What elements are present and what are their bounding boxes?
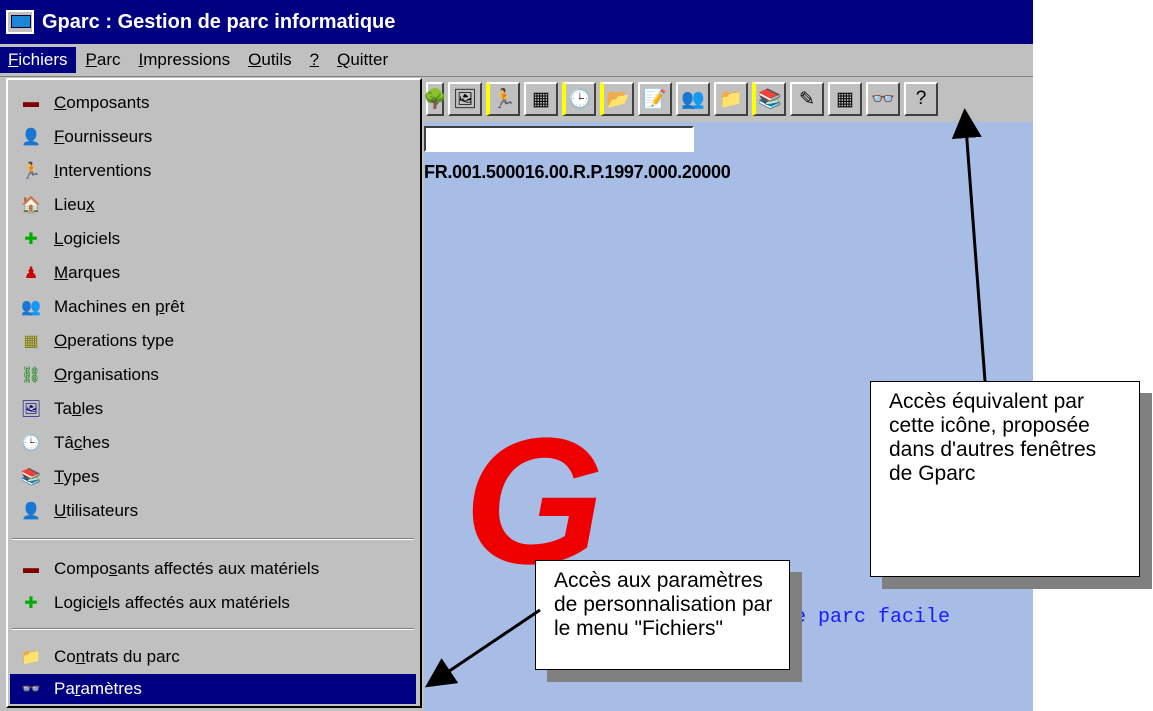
- folder-open-icon[interactable]: 📂: [600, 82, 634, 116]
- grid-icon[interactable]: ▦: [828, 82, 862, 116]
- folder-icon[interactable]: 📁: [714, 82, 748, 116]
- menu-item-label: Machines en prêt: [54, 297, 185, 316]
- software-icon: ✚: [24, 595, 38, 612]
- window-title: Gparc : Gestion de parc informatique: [42, 10, 396, 33]
- menu-quitter[interactable]: Quitter: [329, 47, 396, 73]
- table-card-icon[interactable]: 🖼: [448, 82, 482, 116]
- tables-icon: 🖼: [20, 401, 42, 418]
- pen-icon[interactable]: ✎: [790, 82, 824, 116]
- menu-item-label: Logiciels affectés aux matériels: [54, 593, 290, 612]
- menu-help[interactable]: ?: [302, 47, 327, 73]
- types-icon: 📚: [21, 469, 41, 486]
- components-icon: ▬: [23, 94, 39, 111]
- menu-item-logiciels[interactable]: ✚ Logiciels: [10, 224, 416, 254]
- menu-bar: Fichiers Parc Impressions Outils? Quitter: [0, 44, 1033, 77]
- menu-item-lieux[interactable]: 🏠 Lieux: [10, 190, 416, 220]
- menu-item-fournisseurs[interactable]: 👤 Fournisseurs: [10, 122, 416, 152]
- menu-item-label: Utilisateurs: [54, 501, 139, 520]
- menu-item-label: Paramètres: [54, 679, 142, 698]
- search-input[interactable]: [424, 126, 694, 152]
- menu-item-label: Marques: [54, 263, 121, 282]
- menu-parc[interactable]: Parc: [78, 47, 129, 73]
- menu-item-label: Interventions: [54, 161, 152, 180]
- menu-item-composants-affectés-aux-matériels[interactable]: ▬ Composants affectés aux matériels: [10, 554, 416, 584]
- loan-machines-icon[interactable]: 👥: [676, 82, 710, 116]
- interventions-icon[interactable]: 🏃: [486, 82, 520, 116]
- serial-number: FR.001.500016.00.R.P.1997.000.20000: [424, 162, 731, 182]
- menu-item-machines-en-prêt[interactable]: 👥 Machines en prêt: [10, 292, 416, 322]
- help-icon[interactable]: ?: [904, 82, 938, 116]
- clock-icon[interactable]: 🕒: [562, 82, 596, 116]
- menu-item-label: Composants: [54, 93, 150, 112]
- menu-item-label: Contrats du parc: [54, 647, 180, 666]
- menu-item-label: Organisations: [54, 365, 159, 384]
- menu-item-utilisateurs[interactable]: 👤 Utilisateurs: [10, 496, 416, 526]
- fichiers-dropdown-menu: ▬ Composants 👤 Fournisseurs 🏃 Interventions 🏠 L…: [6, 78, 422, 708]
- menu-item-organisations[interactable]: ⛓ Organisations: [10, 360, 416, 390]
- menu-item-contrats-du-parc[interactable]: 📁 Contrats du parc: [10, 642, 416, 672]
- column-tool-icon[interactable]: 🌳: [423, 82, 447, 116]
- brands-icon: ♟: [23, 265, 39, 282]
- callout-menu: Accès aux paramètres de personnalisation…: [535, 560, 790, 670]
- menu-item-tables[interactable]: 🖼 Tables: [10, 394, 416, 424]
- menu-item-label: Logiciels: [54, 229, 121, 248]
- loan-machines-icon: 👥: [21, 299, 41, 316]
- folder-icon: 📁: [21, 649, 41, 666]
- edit-document-icon[interactable]: 📝: [638, 82, 672, 116]
- menu-item-paramètres[interactable]: 👓 Paramètres: [10, 674, 416, 704]
- menu-item-tâches[interactable]: 🕒 Tâches: [10, 428, 416, 458]
- menu-item-logiciels-affectés-aux-matériels[interactable]: ✚ Logiciels affectés aux matériels: [10, 588, 416, 618]
- menu-item-operations-type[interactable]: ▦ Operations type: [10, 326, 416, 356]
- menu-item-interventions[interactable]: 🏃 Interventions: [10, 156, 416, 186]
- toolbar: 🌳 🖼 🏃 ▦ 🕒 📂 📝 👥 📁 📚 ✎ ▦ 👓?: [423, 78, 1033, 120]
- menu-item-types[interactable]: 📚 Types: [10, 462, 416, 492]
- application-window: Gparc : Gestion de parc informatique Fic…: [0, 0, 1033, 711]
- menu-impressions[interactable]: Impressions: [130, 47, 238, 73]
- menu-item-label: Types: [54, 467, 100, 486]
- glasses-icon: 👓: [21, 681, 41, 698]
- types-icon[interactable]: 📚: [752, 82, 786, 116]
- logo-tagline: e parc facile: [794, 606, 951, 629]
- menu-item-label: Fournisseurs: [54, 127, 153, 146]
- operations-icon: ▦: [23, 333, 39, 350]
- menu-item-composants[interactable]: ▬ Composants: [10, 88, 416, 118]
- menu-item-label: Tâches: [54, 433, 110, 452]
- clock-icon: 🕒: [21, 435, 41, 452]
- components-icon: ▬: [23, 560, 39, 577]
- location-icon: 🏠: [21, 197, 41, 214]
- menu-item-label: Lieux: [54, 195, 95, 214]
- title-bar: Gparc : Gestion de parc informatique: [0, 0, 1033, 44]
- supplier-icon: 👤: [21, 129, 41, 146]
- calculator-icon[interactable]: ▦: [524, 82, 558, 116]
- glasses-icon[interactable]: 👓: [866, 82, 900, 116]
- menu-separator: [12, 538, 414, 540]
- app-computer-icon: [6, 10, 34, 34]
- menu-item-marques[interactable]: ♟ Marques: [10, 258, 416, 288]
- interventions-icon: 🏃: [21, 163, 41, 180]
- menu-item-label: Composants affectés aux matériels: [54, 559, 320, 578]
- menu-item-label: Operations type: [54, 331, 175, 350]
- menu-item-label: Tables: [54, 399, 104, 418]
- menu-separator: [12, 628, 414, 630]
- users-icon: 👤: [21, 503, 41, 520]
- organizations-icon: ⛓: [20, 367, 42, 384]
- menu-fichiers[interactable]: Fichiers: [0, 47, 76, 73]
- software-icon: ✚: [24, 231, 38, 248]
- menu-outils[interactable]: Outils: [240, 47, 299, 73]
- callout-icon: Accès équivalent par cette icône, propos…: [870, 381, 1140, 577]
